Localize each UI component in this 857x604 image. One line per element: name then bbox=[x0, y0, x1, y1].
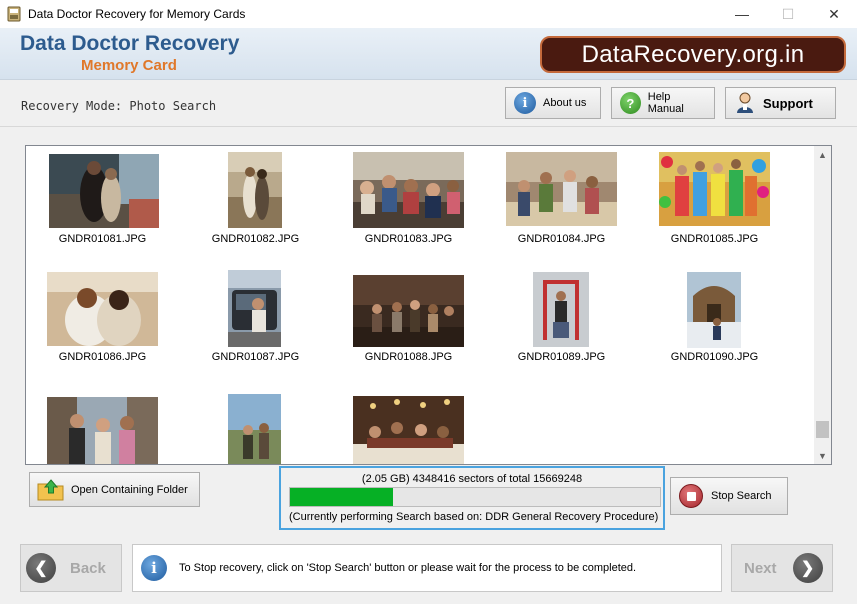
support-button[interactable]: Support bbox=[725, 87, 836, 119]
search-status-text: (Currently performing Search based on: D… bbox=[289, 511, 659, 523]
progress-bar bbox=[289, 487, 661, 507]
next-arrow-icon: ❯ bbox=[792, 553, 823, 583]
photo-thumbnail bbox=[659, 152, 770, 226]
open-containing-folder-label: Open Containing Folder bbox=[71, 483, 188, 496]
photo-thumbnail bbox=[506, 152, 617, 226]
file-thumbnail[interactable]: GNDR01090.JPG bbox=[638, 270, 791, 388]
file-name: GNDR01085.JPG bbox=[670, 233, 759, 245]
photo-thumbnail bbox=[47, 272, 158, 346]
file-name: GNDR01089.JPG bbox=[517, 351, 606, 363]
photo-thumbnail bbox=[533, 272, 589, 347]
file-name: GNDR01083.JPG bbox=[364, 233, 453, 245]
back-label: Back bbox=[70, 559, 106, 577]
file-thumbnail[interactable]: GNDR01088.JPG bbox=[332, 270, 485, 388]
open-containing-folder-button[interactable]: Open Containing Folder bbox=[29, 472, 200, 507]
gallery-scrollbar[interactable]: ▲ ▼ bbox=[814, 146, 831, 464]
next-label: Next bbox=[744, 559, 777, 577]
about-us-label: About us bbox=[543, 97, 587, 109]
file-name: GNDR01087.JPG bbox=[211, 351, 300, 363]
progress-panel: (2.05 GB) 4348416 sectors of total 15669… bbox=[279, 466, 665, 530]
file-thumbnail[interactable]: GNDR01084.JPG bbox=[485, 152, 638, 270]
file-name: GNDR01088.JPG bbox=[364, 351, 453, 363]
photo-thumbnail bbox=[353, 275, 464, 347]
stop-icon bbox=[679, 484, 703, 508]
file-thumbnail[interactable]: GNDR01081.JPG bbox=[26, 152, 179, 270]
stop-search-label: Stop Search bbox=[711, 490, 772, 502]
file-thumbnail[interactable]: GNDR01083.JPG bbox=[332, 152, 485, 270]
help-manual-button[interactable]: ? Help Manual bbox=[611, 87, 715, 119]
sector-progress-text: (2.05 GB) 4348416 sectors of total 15669… bbox=[361, 473, 583, 485]
stop-search-button[interactable]: Stop Search bbox=[670, 477, 788, 515]
help-manual-label: Help Manual bbox=[647, 91, 684, 115]
file-name: GNDR01086.JPG bbox=[58, 351, 147, 363]
site-badge: DataRecovery.org.in bbox=[540, 36, 846, 73]
file-name: GNDR01090.JPG bbox=[670, 351, 759, 363]
info-bar: i To Stop recovery, click on 'Stop Searc… bbox=[132, 544, 722, 592]
photo-thumbnail bbox=[47, 397, 158, 464]
scroll-thumb[interactable] bbox=[816, 421, 829, 438]
recovered-files-gallery[interactable]: GNDR01081.JPG GNDR01082.JPG GNDR01083.JP… bbox=[25, 145, 832, 465]
photo-thumbnail bbox=[687, 272, 741, 348]
brand-subtitle: Memory Card bbox=[81, 57, 177, 74]
photo-thumbnail bbox=[353, 396, 464, 464]
photo-thumbnail bbox=[228, 270, 281, 347]
folder-icon bbox=[37, 478, 64, 500]
file-thumbnail[interactable]: GNDR01082.JPG bbox=[179, 152, 332, 270]
info-icon: i bbox=[514, 92, 536, 114]
window-title: Data Doctor Recovery for Memory Cards bbox=[28, 7, 246, 21]
question-icon: ? bbox=[620, 92, 641, 114]
title-bar: Data Doctor Recovery for Memory Cards — … bbox=[0, 0, 857, 28]
maximize-button[interactable]: ☐ bbox=[765, 0, 811, 28]
person-icon bbox=[734, 92, 756, 114]
file-name: GNDR01082.JPG bbox=[211, 233, 300, 245]
back-button[interactable]: ❮ Back bbox=[20, 544, 122, 592]
close-button[interactable]: ✕ bbox=[811, 0, 857, 28]
header-banner: Data Doctor Recovery Memory Card DataRec… bbox=[0, 28, 857, 80]
brand-title: Data Doctor Recovery bbox=[20, 32, 240, 55]
footer: ❮ Back i To Stop recovery, click on 'Sto… bbox=[0, 533, 857, 604]
photo-thumbnail bbox=[228, 394, 281, 464]
file-name: GNDR01084.JPG bbox=[517, 233, 606, 245]
file-thumbnail[interactable]: GNDR01086.JPG bbox=[26, 270, 179, 388]
info-message: To Stop recovery, click on 'Stop Search'… bbox=[179, 562, 637, 574]
minimize-button[interactable]: — bbox=[719, 0, 765, 28]
about-us-button[interactable]: i About us bbox=[505, 87, 601, 119]
progress-bar-fill bbox=[290, 488, 393, 506]
file-thumbnail[interactable] bbox=[179, 394, 332, 464]
file-name: GNDR01081.JPG bbox=[58, 233, 147, 245]
file-thumbnail[interactable] bbox=[332, 394, 485, 464]
support-label: Support bbox=[763, 95, 813, 111]
file-thumbnail[interactable]: GNDR01087.JPG bbox=[179, 270, 332, 388]
mode-row: Recovery Mode: Photo Search i About us ?… bbox=[0, 81, 857, 127]
scroll-down-arrow-icon[interactable]: ▼ bbox=[814, 447, 831, 464]
photo-thumbnail bbox=[353, 152, 464, 228]
back-arrow-icon: ❮ bbox=[26, 553, 56, 583]
file-thumbnail[interactable]: GNDR01085.JPG bbox=[638, 152, 791, 270]
next-button[interactable]: Next ❯ bbox=[731, 544, 833, 592]
file-thumbnail[interactable]: GNDR01089.JPG bbox=[485, 270, 638, 388]
photo-thumbnail bbox=[228, 152, 282, 228]
scroll-up-arrow-icon[interactable]: ▲ bbox=[814, 146, 831, 163]
recovery-mode-label: Recovery Mode: Photo Search bbox=[21, 99, 217, 113]
app-icon bbox=[7, 6, 21, 22]
photo-thumbnail bbox=[49, 154, 159, 228]
file-thumbnail[interactable] bbox=[26, 394, 179, 464]
info-icon: i bbox=[141, 555, 167, 581]
